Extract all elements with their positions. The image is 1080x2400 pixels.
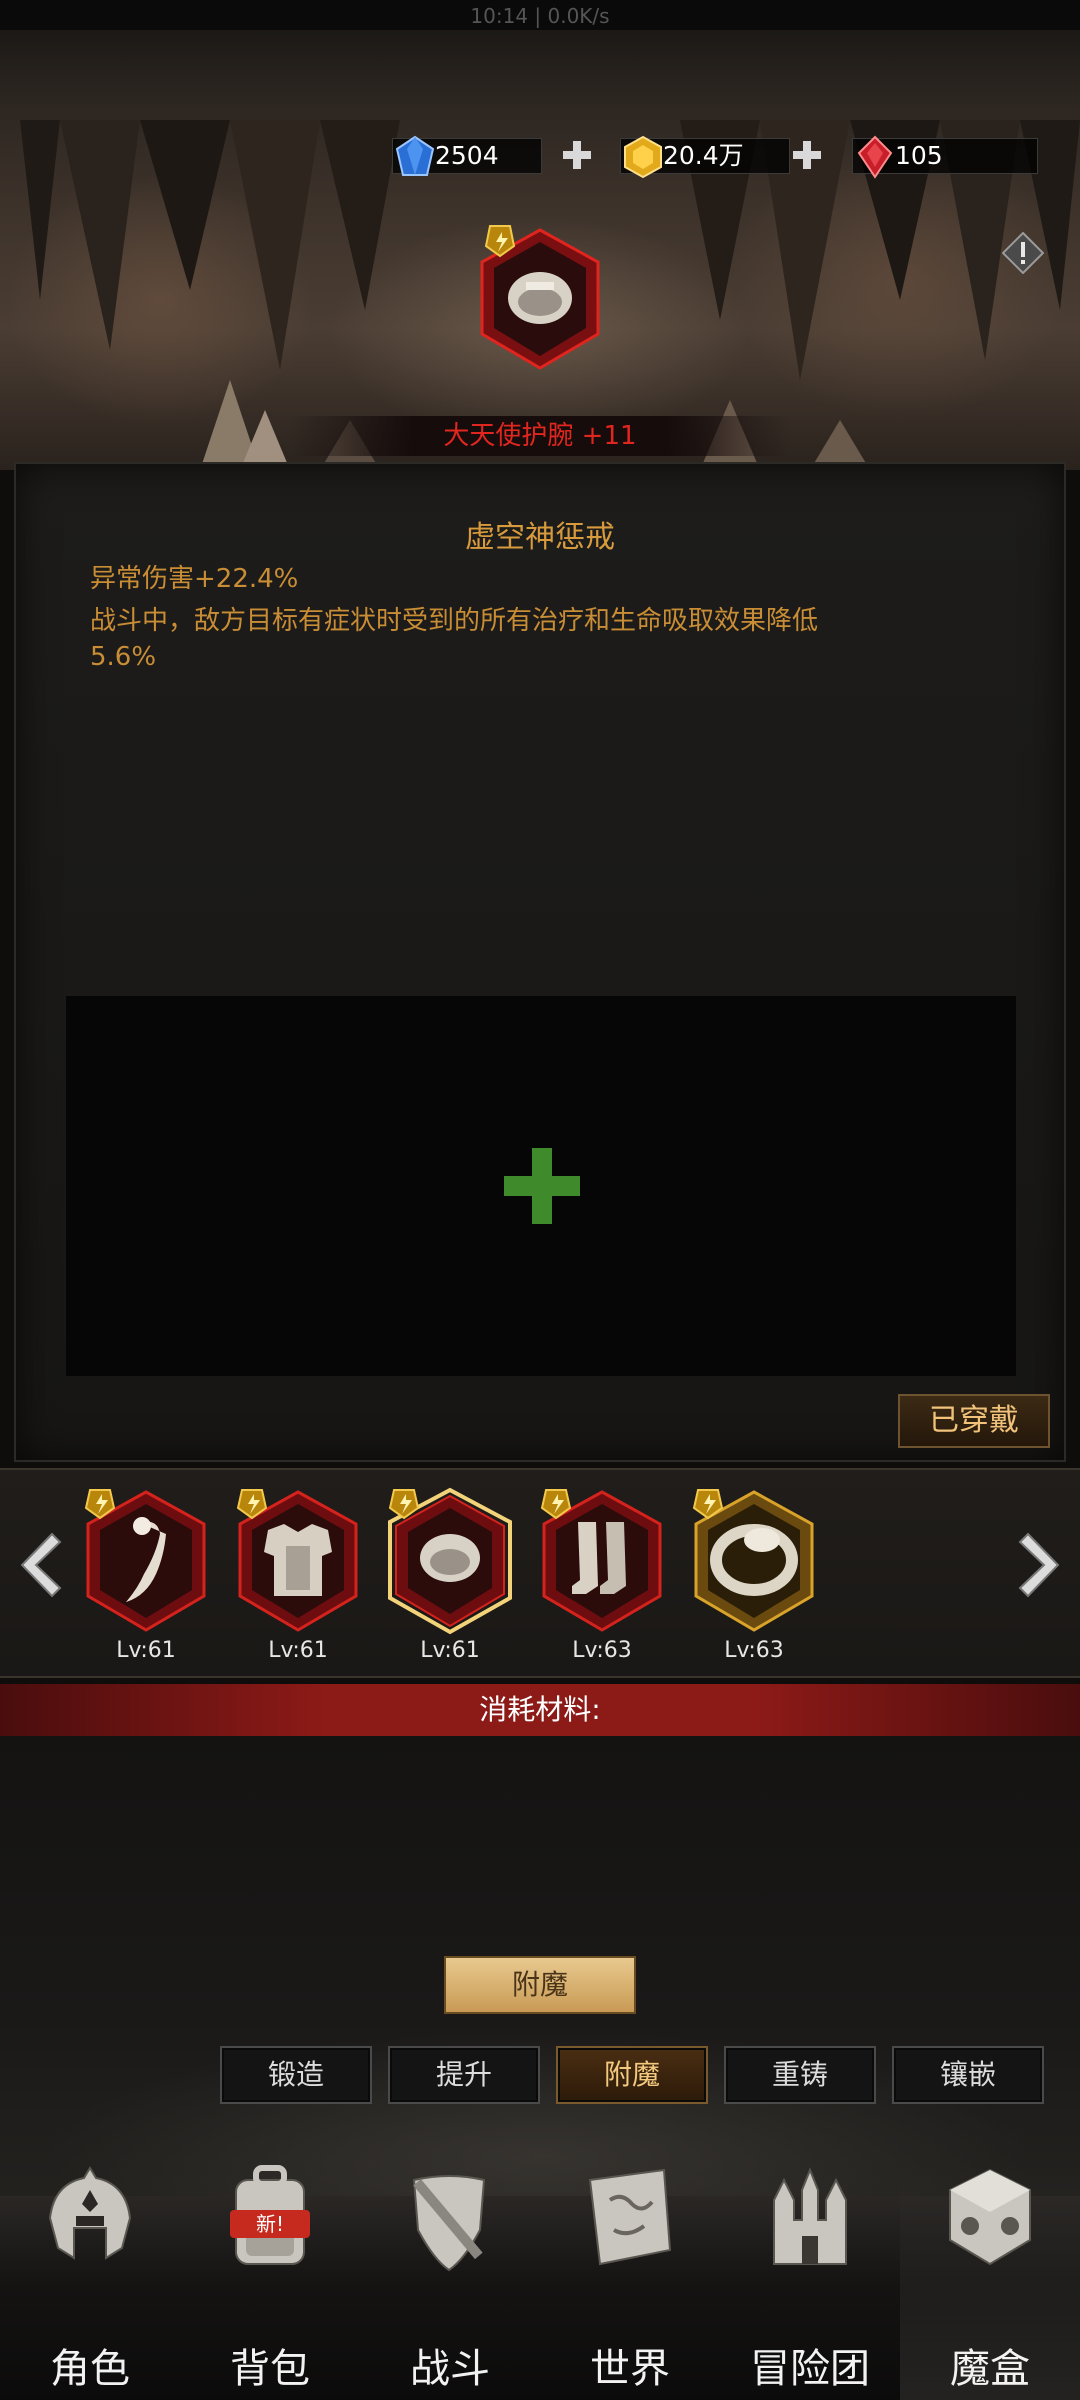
info-icon[interactable] bbox=[1002, 232, 1044, 274]
equipment-slot[interactable]: Lv:61 bbox=[228, 1486, 368, 1663]
sword-shield-icon bbox=[412, 2175, 486, 2272]
gold-gem-icon bbox=[624, 135, 662, 179]
map-scroll-icon bbox=[588, 2168, 672, 2266]
equipment-slot[interactable]: Lv:61 bbox=[76, 1486, 216, 1663]
nav-label: 角色 bbox=[50, 2346, 130, 2392]
nav-label: 世界 bbox=[590, 2346, 670, 2392]
bracer-icon bbox=[480, 225, 600, 370]
nav-item-character[interactable]: 角色 bbox=[0, 2160, 180, 2400]
status-bar-text: 10:14 | 0.0K/s bbox=[470, 4, 610, 28]
enchant-effect-line: 战斗中，敌方目标有症状时受到的所有治疗和生命吸取效果降低 bbox=[90, 606, 819, 636]
equipment-slot[interactable]: Lv:63 bbox=[684, 1486, 824, 1663]
nav-item-world[interactable]: 世界 bbox=[540, 2160, 720, 2400]
enchant-stat-line: 异常伤害+22.4% bbox=[90, 564, 299, 594]
nav-item-magic-box[interactable]: 魔盒 bbox=[900, 2160, 1080, 2400]
tab-reforge[interactable]: 重铸 bbox=[724, 2046, 876, 2104]
chevron-right-icon[interactable] bbox=[1018, 1530, 1068, 1600]
new-badge: 新! bbox=[230, 2210, 310, 2238]
bracer-icon bbox=[388, 1487, 512, 1635]
ruby-amount: 105 bbox=[895, 141, 943, 170]
selected-item bbox=[470, 222, 610, 382]
castle-icon bbox=[773, 2167, 847, 2265]
nav-item-adventure-team[interactable]: 冒险团 bbox=[720, 2160, 900, 2400]
currency-diamond: 2504 bbox=[392, 135, 542, 176]
nav-label: 冒险团 bbox=[750, 2346, 870, 2392]
currency-gold: 20.4万 bbox=[620, 135, 790, 179]
equipped-button[interactable]: 已穿戴 bbox=[898, 1394, 1050, 1448]
nav-label: 魔盒 bbox=[950, 2346, 1030, 2392]
add-diamond-button[interactable] bbox=[560, 138, 594, 172]
nav-label: 战斗 bbox=[410, 2346, 490, 2392]
red-gem-icon bbox=[857, 135, 893, 179]
equipment-level: Lv:61 bbox=[420, 1638, 480, 1663]
chevron-left-icon[interactable] bbox=[12, 1530, 62, 1600]
add-gold-button[interactable] bbox=[790, 138, 824, 172]
equipment-level: Lv:61 bbox=[116, 1638, 176, 1663]
scarf-icon bbox=[84, 1489, 206, 1632]
equipment-level: Lv:63 bbox=[724, 1638, 784, 1663]
tab-enchant[interactable]: 附魔 bbox=[556, 2046, 708, 2104]
selected-item-name: 大天使护腕 +11 bbox=[290, 416, 790, 456]
equipment-slot-selected[interactable]: Lv:61 bbox=[380, 1486, 520, 1663]
enchant-effect-value: 5.6% bbox=[90, 642, 157, 672]
add-enchant-icon[interactable] bbox=[504, 1148, 580, 1224]
nav-item-battle[interactable]: 战斗 bbox=[360, 2160, 540, 2400]
blue-diamond-icon bbox=[395, 135, 435, 176]
diamond-amount: 2504 bbox=[435, 141, 499, 170]
equipment-level: Lv:63 bbox=[572, 1638, 632, 1663]
equipment-level: Lv:61 bbox=[268, 1638, 328, 1663]
nav-label: 背包 bbox=[230, 2346, 310, 2392]
ring-icon bbox=[692, 1489, 814, 1632]
magic-cube-icon bbox=[949, 2168, 1031, 2266]
boots-icon bbox=[540, 1489, 662, 1632]
helmet-icon bbox=[48, 2166, 132, 2260]
gold-amount: 20.4万 bbox=[663, 141, 744, 170]
materials-label: 消耗材料: bbox=[0, 1684, 1080, 1736]
currency-ruby: 105 bbox=[852, 135, 1038, 179]
armor-icon bbox=[236, 1489, 358, 1632]
tab-forge[interactable]: 锻造 bbox=[220, 2046, 372, 2104]
tab-upgrade[interactable]: 提升 bbox=[388, 2046, 540, 2104]
nav-item-backpack[interactable]: 新! 背包 bbox=[180, 2160, 360, 2400]
enchant-action-button[interactable]: 附魔 bbox=[444, 1956, 636, 2014]
equipment-slot[interactable]: Lv:63 bbox=[532, 1486, 672, 1663]
tab-inlay[interactable]: 镶嵌 bbox=[892, 2046, 1044, 2104]
enchant-title: 虚空神惩戒 bbox=[465, 520, 615, 555]
